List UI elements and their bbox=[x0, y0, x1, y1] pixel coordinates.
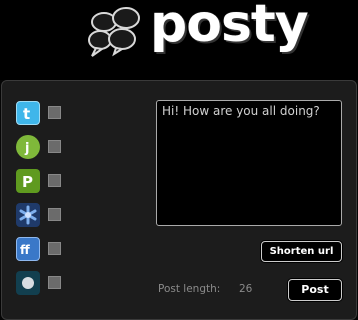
service-plurk: P bbox=[16, 169, 76, 195]
svg-text:j: j bbox=[24, 141, 29, 156]
service-jaiku: j bbox=[16, 135, 76, 161]
svg-text:t: t bbox=[23, 105, 30, 123]
identica-checkbox[interactable] bbox=[48, 208, 61, 221]
plurk-icon[interactable]: P bbox=[16, 169, 40, 193]
svg-text:ff: ff bbox=[20, 243, 30, 257]
snowflake-icon[interactable] bbox=[16, 203, 40, 227]
twitter-checkbox[interactable] bbox=[48, 106, 61, 119]
other-checkbox[interactable] bbox=[48, 276, 61, 289]
shorten-url-button[interactable]: Shorten url bbox=[261, 241, 342, 262]
post-length-value: 26 bbox=[239, 283, 253, 295]
friendfeed-icon[interactable]: ff bbox=[16, 237, 40, 261]
post-length-label: Post length: bbox=[158, 283, 221, 295]
speech-bubbles-icon bbox=[88, 7, 140, 57]
header: posty bbox=[0, 0, 358, 80]
service-other bbox=[16, 271, 76, 297]
post-button[interactable]: Post bbox=[288, 279, 342, 301]
jaiku-checkbox[interactable] bbox=[48, 140, 61, 153]
plurk-checkbox[interactable] bbox=[48, 174, 61, 187]
app-logo: posty bbox=[150, 0, 309, 54]
service-identica bbox=[16, 203, 76, 229]
jaiku-icon[interactable]: j bbox=[16, 135, 40, 159]
service-twitter: t bbox=[16, 101, 76, 127]
service-friendfeed: ff bbox=[16, 237, 76, 263]
svg-text:P: P bbox=[22, 173, 33, 191]
circle-icon[interactable] bbox=[16, 271, 40, 295]
friendfeed-checkbox[interactable] bbox=[48, 242, 61, 255]
post-textarea[interactable]: Hi! How are you all doing? bbox=[156, 100, 342, 226]
twitter-icon[interactable]: t bbox=[16, 101, 40, 125]
